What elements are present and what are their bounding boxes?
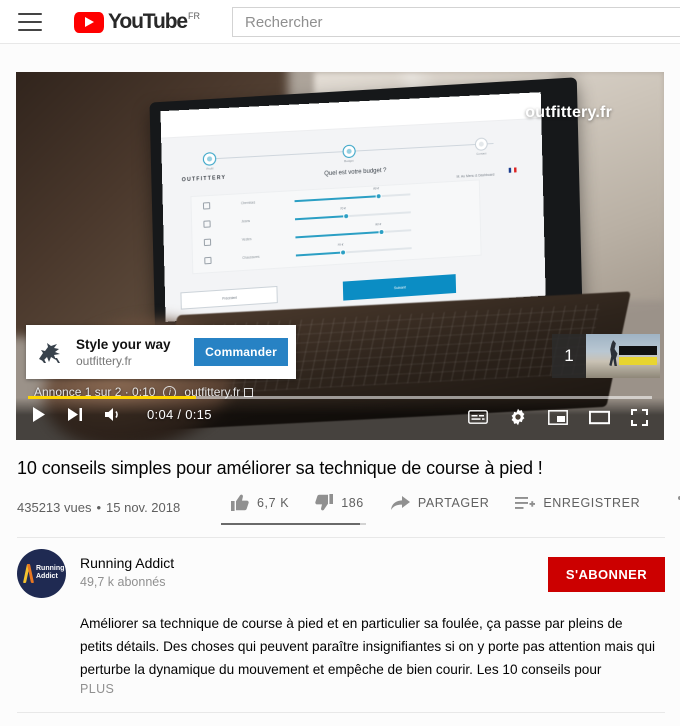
video-action-buttons: 6,7 K 186 PARTAGER ENREGISTRER: [231, 494, 680, 511]
ad-title: Style your way: [76, 336, 171, 352]
griffin-logo-icon: [26, 325, 74, 379]
like-button[interactable]: 6,7 K: [231, 494, 289, 511]
screen-back-label: Précédent: [221, 295, 237, 301]
divider: [17, 537, 665, 538]
masthead: YouTube FR: [0, 0, 680, 44]
shirt-icon: [202, 202, 211, 211]
control-left-group: 0:04 / 0:15: [30, 406, 212, 423]
fullscreen-icon[interactable]: [631, 408, 648, 426]
advertiser-watermark: outfittery.fr: [525, 104, 612, 121]
accessory-icon: [204, 257, 212, 265]
thumbs-up-icon: [231, 494, 249, 511]
slider-value: 80 €: [372, 186, 379, 191]
save-label: ENREGISTRER: [543, 495, 641, 510]
save-button[interactable]: ENREGISTRER: [515, 495, 640, 511]
gear-icon[interactable]: [509, 408, 527, 426]
thumbnail-caption-bar-1: [618, 346, 658, 356]
publish-date: 15 nov. 2018: [106, 499, 181, 515]
slider-value: 70 €: [339, 206, 346, 211]
running-addict-avatar: [22, 564, 35, 583]
slider-track: 70 €: [294, 207, 411, 221]
dislike-count: 186: [341, 495, 364, 510]
progress-fill: [28, 396, 197, 399]
laptop-screen: OUTFITTERY M. Au Menu & Dashboard Profil…: [160, 92, 546, 323]
video-title: 10 conseils simples pour améliorer sa te…: [17, 458, 543, 478]
time-display: 0:04 / 0:15: [147, 407, 212, 422]
next-video-icon[interactable]: [67, 407, 84, 422]
like-count: 6,7 K: [257, 495, 290, 510]
search-input[interactable]: [233, 8, 680, 36]
like-ratio-bar: [221, 523, 366, 525]
stepper-label: Budget: [343, 158, 354, 163]
video-meta-row: 435213 vues • 15 nov. 2018 6,7 K 186 PAR…: [17, 494, 680, 520]
slider-track: 90 €: [295, 222, 412, 239]
slider-name: Jeans: [241, 219, 250, 224]
theater-mode-icon[interactable]: [589, 410, 610, 425]
save-to-playlist-icon: [515, 496, 536, 509]
slider-track: 75 €: [295, 243, 412, 257]
view-count: 435213 vues: [17, 499, 92, 515]
suggested-video-thumbnail: [586, 334, 660, 378]
play-icon[interactable]: [30, 406, 47, 423]
ad-cta-button[interactable]: Commander: [194, 338, 288, 366]
ad-text: Style your way outfittery.fr: [74, 336, 194, 369]
divider: [17, 712, 665, 713]
logo-wordmark: YouTube: [108, 9, 188, 33]
volume-icon[interactable]: [104, 407, 123, 422]
slider-name: Chemises: [240, 200, 256, 206]
stepper-step-3: Contact: [474, 137, 488, 156]
search-box[interactable]: [232, 7, 680, 37]
screen-next-button: Suivant: [342, 274, 457, 301]
pants-icon: [203, 220, 211, 229]
hamburger-menu-icon[interactable]: [18, 12, 42, 31]
logo-country-code: FR: [188, 10, 201, 21]
slider-name: Chaussures: [241, 254, 260, 260]
thumbs-down-icon: [315, 494, 334, 511]
avatar-text: Running Addict: [36, 565, 64, 581]
youtube-logo[interactable]: YouTube FR: [74, 10, 200, 34]
slider-name: Vestes: [241, 237, 252, 242]
share-label: PARTAGER: [417, 495, 490, 510]
progress-bar[interactable]: [28, 396, 652, 399]
player-control-bar: 0:04 / 0:15: [16, 396, 664, 440]
channel-name[interactable]: Running Addict: [80, 555, 174, 571]
control-right-group: [468, 408, 648, 426]
avatar[interactable]: Running Addict: [17, 549, 66, 598]
video-description: Améliorer sa technique de course à pied …: [80, 616, 656, 677]
stepper-step-2: Budget: [341, 144, 356, 163]
slider-value: 75 €: [337, 242, 344, 248]
suggested-video-card[interactable]: 1: [552, 334, 660, 378]
suggested-video-number: 1: [552, 334, 586, 378]
avatar-text-line-1: Running: [36, 565, 65, 572]
show-more-button[interactable]: PLUS: [80, 682, 114, 696]
thumbnail-caption-bar-2: [618, 356, 658, 365]
share-icon: [390, 495, 410, 510]
screen-slider-panel: Chemises 80 € Jeans 70 € Vestes 90 € Cha…: [189, 179, 482, 274]
runner-icon: [609, 340, 618, 367]
screen-top-right-text: M. Au Menu & Dashboard: [456, 172, 495, 179]
miniplayer-icon[interactable]: [548, 409, 568, 425]
stepper-label: Profil: [205, 166, 214, 171]
avatar-text-line-2: Addict: [36, 573, 58, 580]
screen-back-button: Précédent: [180, 286, 278, 310]
stepper-label: Contact: [475, 151, 487, 156]
shoe-icon: [203, 238, 212, 247]
slider-track: 80 €: [294, 187, 411, 203]
dislike-button[interactable]: 186: [315, 494, 364, 511]
french-flag-icon: [508, 167, 517, 173]
slider-value: 90 €: [374, 222, 381, 227]
play-icon: [74, 11, 104, 33]
youtube-watch-page: YouTube FR OUTFITTERY M. Au Menu & Dashb…: [0, 0, 680, 726]
subscriber-count: 49,7 k abonnés: [80, 575, 166, 589]
meta-separator: •: [96, 499, 102, 515]
subtitles-icon[interactable]: [468, 410, 488, 424]
ad-overlay-card[interactable]: Style your way outfittery.fr Commander: [26, 325, 296, 379]
video-player[interactable]: OUTFITTERY M. Au Menu & Dashboard Profil…: [16, 72, 664, 440]
stepper-step-1: Profil: [202, 152, 217, 171]
share-button[interactable]: PARTAGER: [390, 495, 489, 511]
channel-row: Running Addict Running Addict 49,7 k abo…: [17, 549, 665, 599]
screen-next-label: Suivant: [393, 285, 406, 290]
subscribe-button[interactable]: S'ABONNER: [547, 557, 665, 592]
ad-domain: outfittery.fr: [76, 353, 132, 368]
